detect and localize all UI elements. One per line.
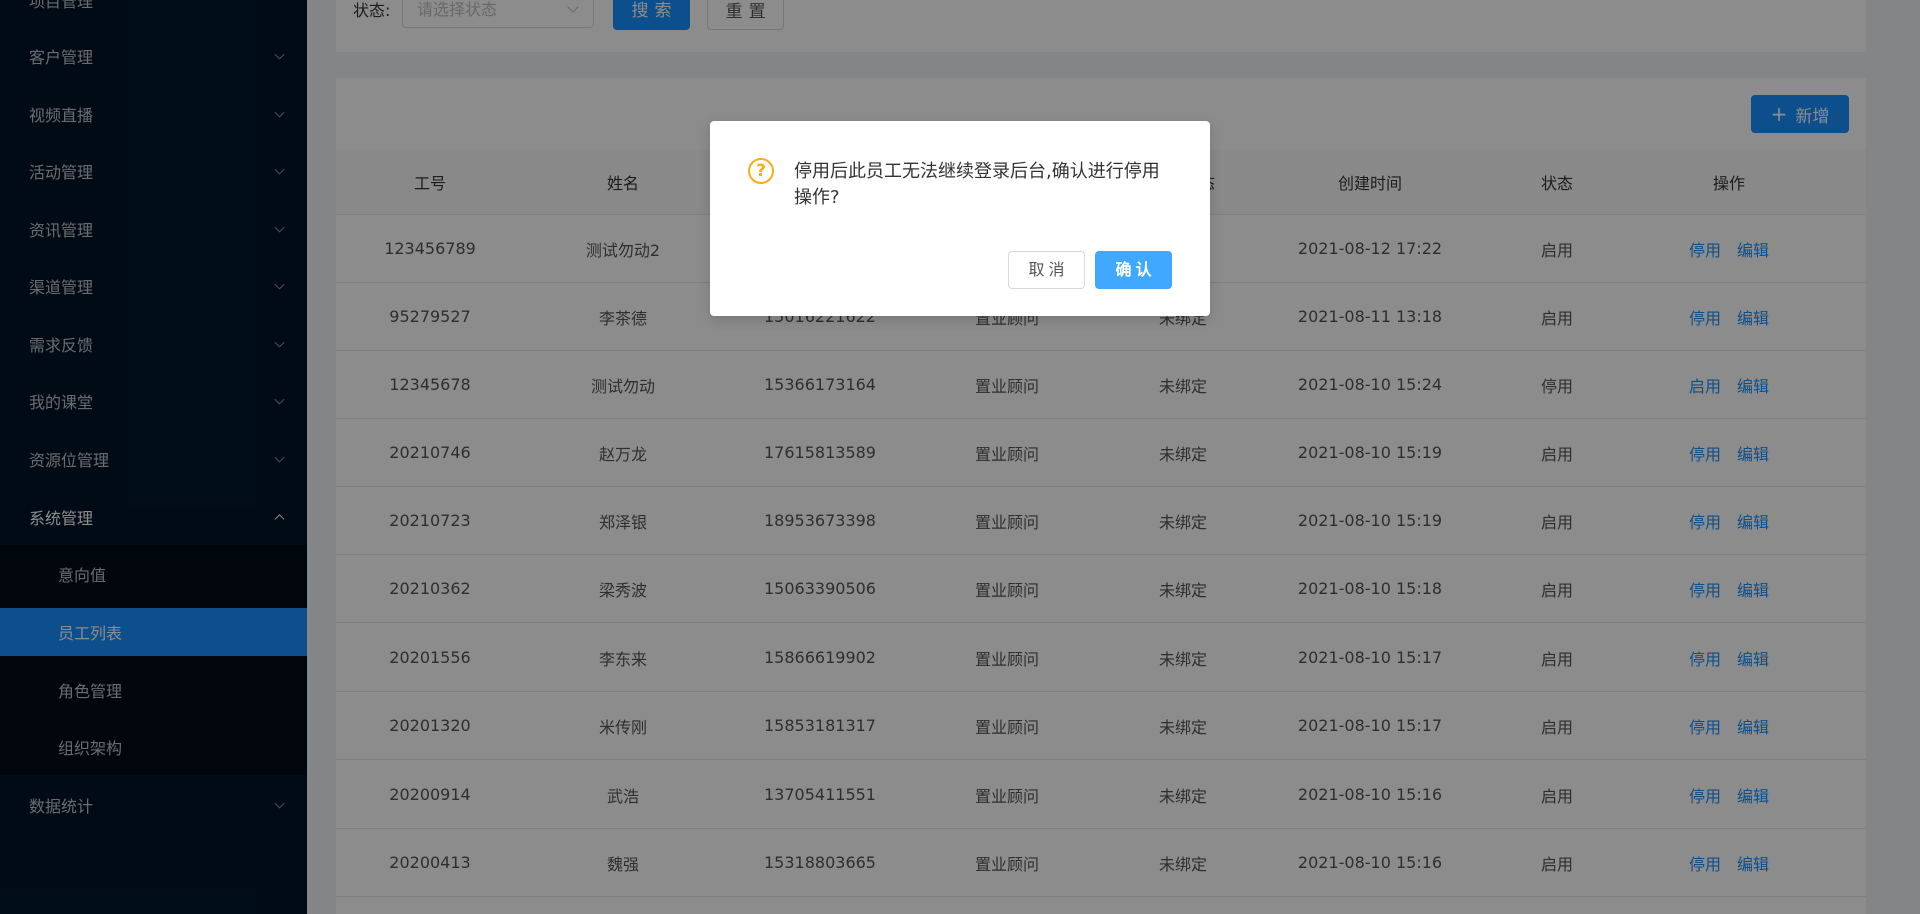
confirm-button[interactable]: 确认 [1095, 251, 1172, 289]
dialog-message: 停用后此员工无法继续登录后台,确认进行停用操作? [794, 161, 1160, 208]
question-circle-icon: ? [748, 158, 774, 184]
cancel-button[interactable]: 取消 [1008, 251, 1085, 289]
confirm-dialog: ? 停用后此员工无法继续登录后台,确认进行停用操作? 取消 确认 [710, 121, 1210, 316]
